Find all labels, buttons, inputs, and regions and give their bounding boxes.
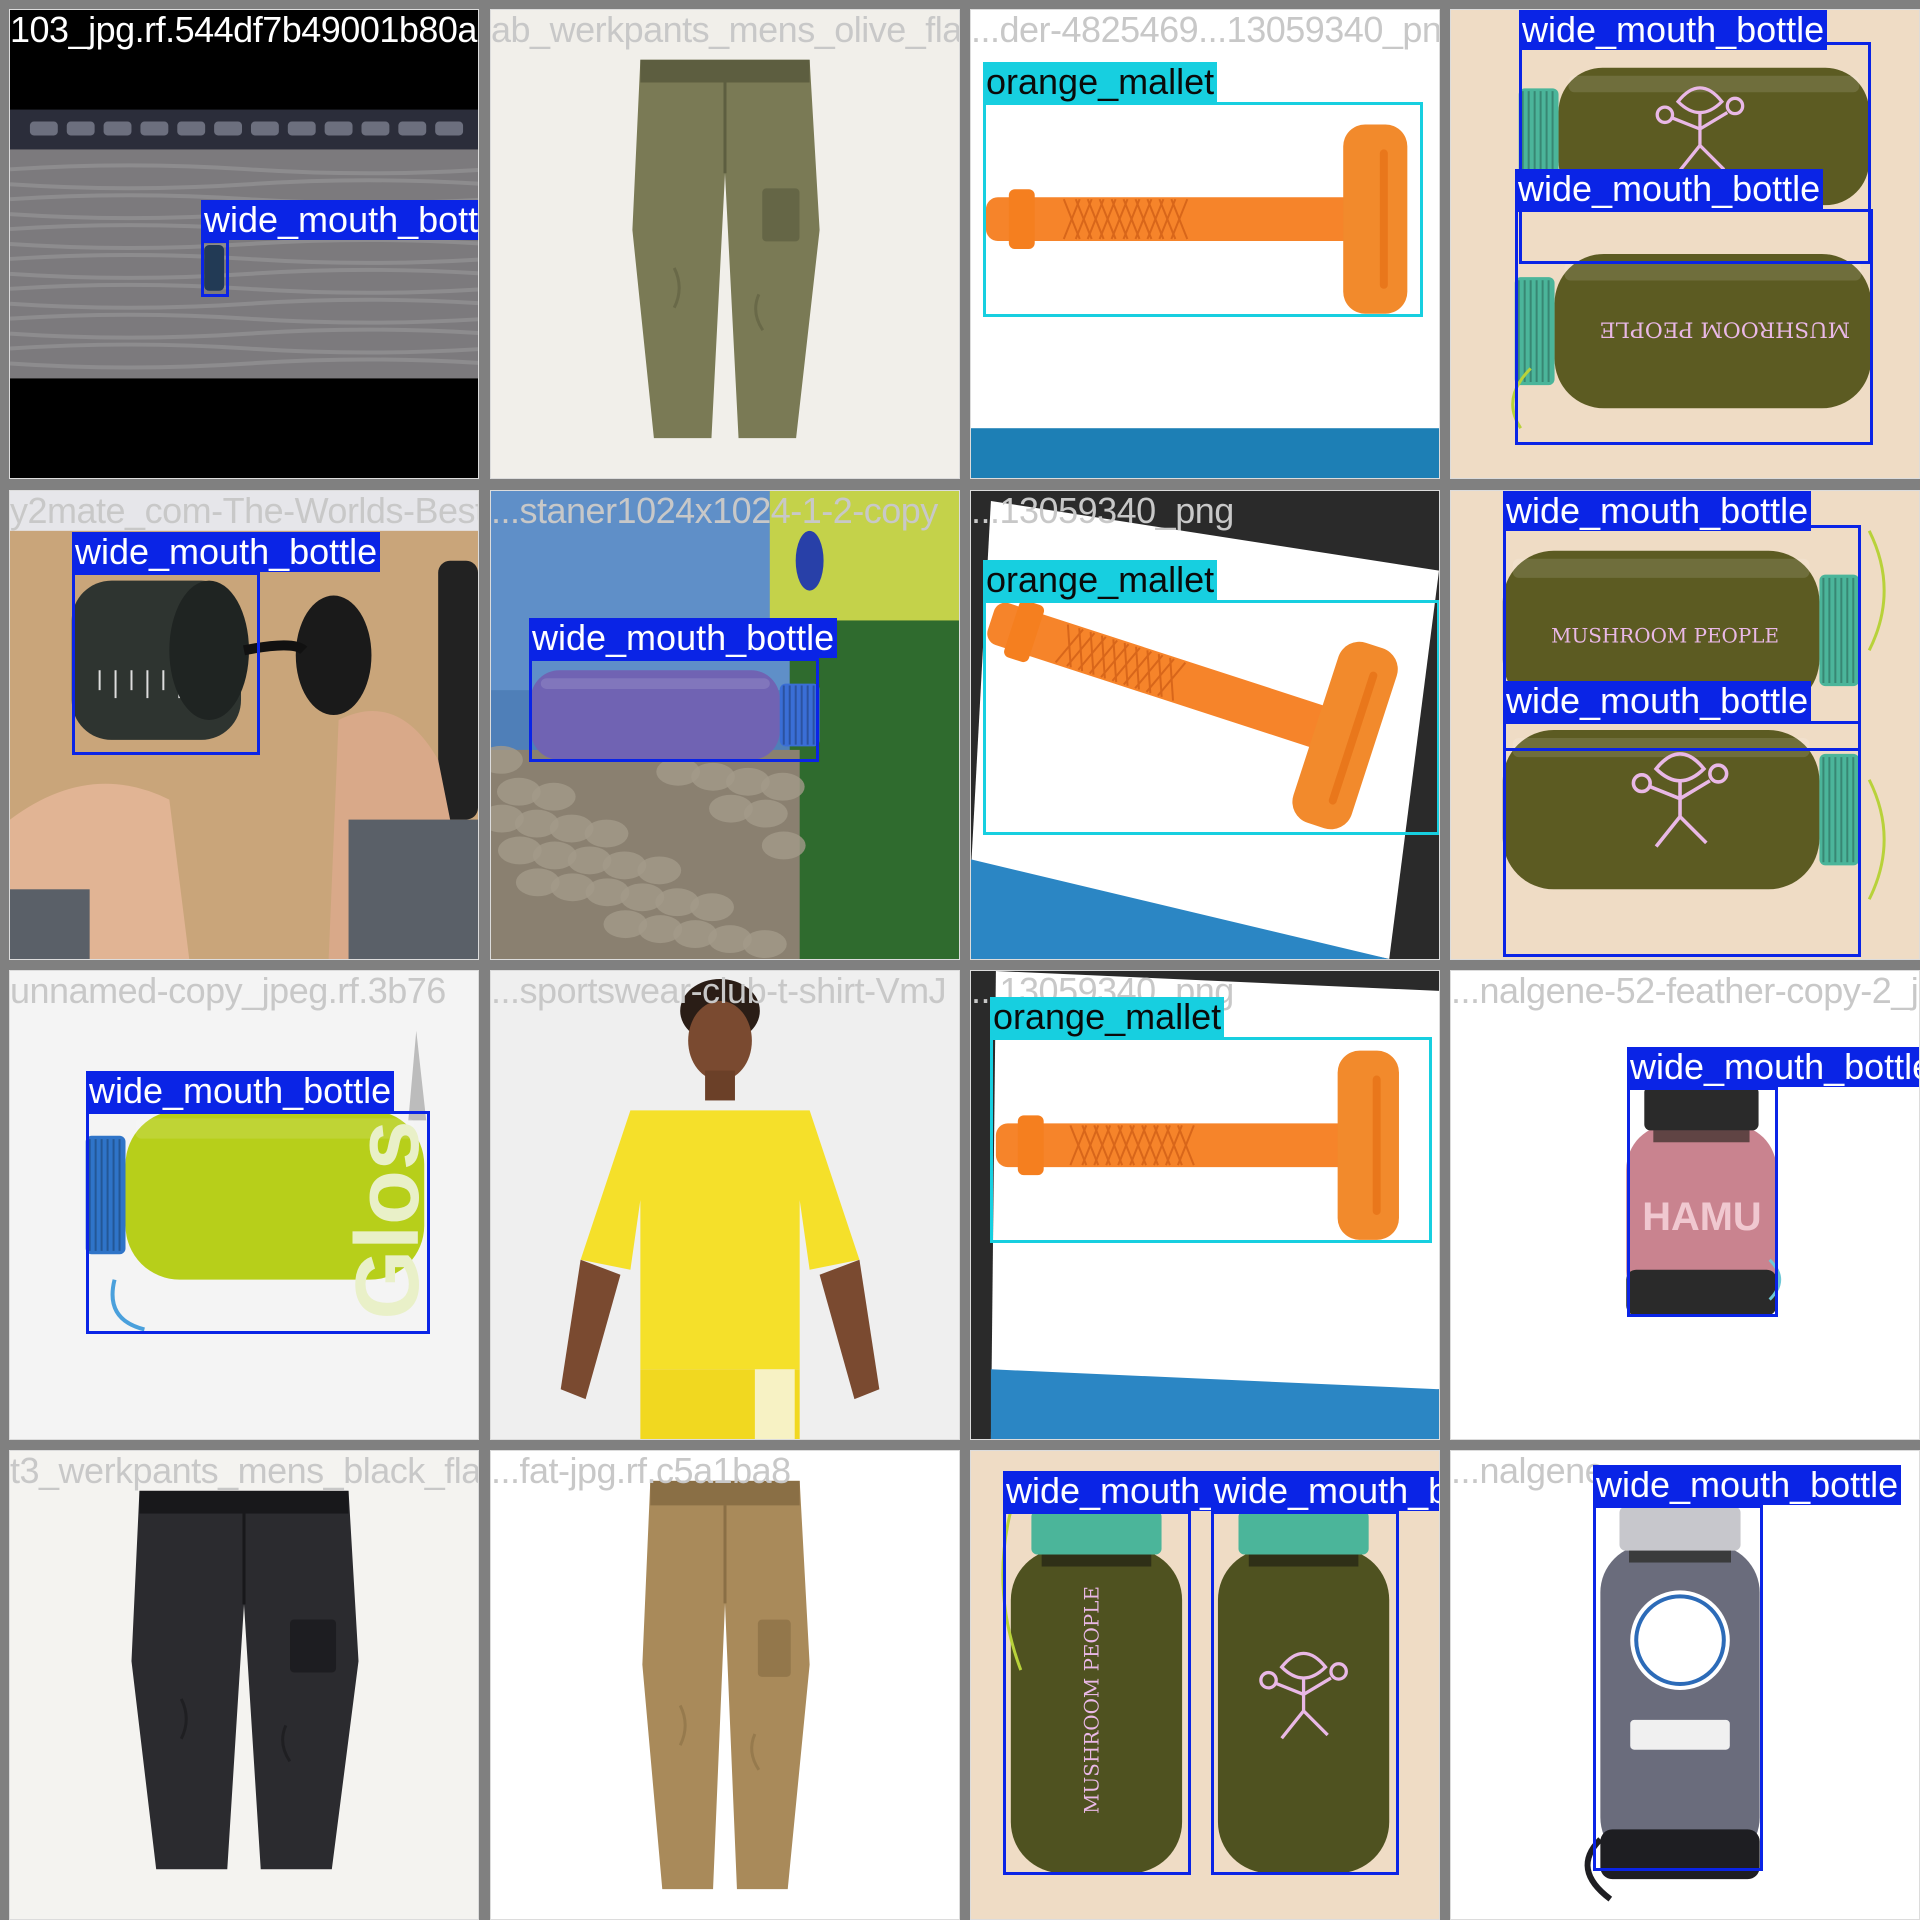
mosaic-tile-13: t3_werkpants_mens_black_flat-lay bbox=[9, 1450, 479, 1920]
bounding-box-wide-mouth-bottle bbox=[1515, 209, 1873, 445]
box-label: wide_mouth_bottle bbox=[201, 200, 478, 240]
mosaic-tile-11: ...13059340_png orange_mallet bbox=[970, 970, 1440, 1440]
bounding-box-wide-mouth-bottle bbox=[1211, 1511, 1399, 1875]
box-label: wide_mouth_bottle bbox=[1515, 169, 1824, 209]
bounding-box-orange-mallet bbox=[983, 102, 1423, 317]
box-label: wide_mouth_bottle bbox=[1519, 10, 1828, 50]
mosaic-tile-16: ...nalgene wide_mouth_bottle bbox=[1450, 1450, 1920, 1920]
box-label: wide_mouth_bottle bbox=[1211, 1471, 1439, 1511]
bounding-box-wide-mouth-bottle bbox=[1503, 721, 1861, 957]
box-label: wide_mouth_bottle bbox=[1503, 681, 1812, 721]
mosaic-tile-15: MUSHROOM PEOPLE wide_mouth_mouth wide_mou… bbox=[970, 1450, 1440, 1920]
mosaic-tile-1: 103_jpg.rf.544df7b49001b80ab5498030cb239… bbox=[9, 9, 479, 479]
box-label: orange_mallet bbox=[990, 997, 1225, 1037]
mosaic-tile-9: Glos unnamed-copy_jpeg.rf.3b76 wide_mouth… bbox=[9, 970, 479, 1440]
box-label: wide_mouth_bottle bbox=[1503, 491, 1812, 531]
box-label: orange_mallet bbox=[983, 62, 1218, 102]
bounding-box-orange-mallet bbox=[990, 1037, 1432, 1243]
mosaic-tile-12: HAMU ...nalgene-52-feather-copy-2_jp wide… bbox=[1450, 970, 1920, 1440]
box-label: wide_mouth_bottle bbox=[529, 618, 838, 658]
mosaic-tile-2: ab_werkpants_mens_olive_flat_lay bbox=[490, 9, 960, 479]
mosaic-tile-8: MUSHROOM PEOPLE wide_mouth_bottle wide_mo… bbox=[1450, 490, 1920, 960]
box-label: wide_mouth_bottle bbox=[72, 532, 381, 572]
mosaic-tile-4: MUSHROOM PEOPLE wide_mouth_bottle wide_mo… bbox=[1450, 9, 1920, 479]
mosaic-grid: 103_jpg.rf.544df7b49001b80ab5498030cb239… bbox=[0, 0, 1920, 1920]
bounding-box-wide-mouth-bottle bbox=[1003, 1511, 1191, 1875]
bounding-box-orange-mallet bbox=[983, 600, 1439, 835]
mosaic-tile-6: ...staner1024x1024-1-2-copy wide_mouth_bo… bbox=[490, 490, 960, 960]
mosaic-tile-3: ...der-4825469...13059340_png orange_mall… bbox=[970, 9, 1440, 479]
mosaic-tile-7: ...13059340_png orange_mallet bbox=[970, 490, 1440, 960]
bounding-box-wide-mouth-bottle bbox=[1593, 1505, 1763, 1871]
mosaic-tile-10: ...sportswear-club-t-shirt-VmJ bbox=[490, 970, 960, 1440]
box-label: wide_mouth_bottle bbox=[86, 1071, 395, 1111]
bounding-box-wide-mouth-bottle bbox=[72, 572, 260, 755]
bounding-box-wide-mouth-bottle bbox=[86, 1111, 430, 1334]
box-label: orange_mallet bbox=[983, 560, 1218, 600]
box-label: wide_mouth_bottle bbox=[1627, 1047, 1919, 1087]
bounding-box-wide-mouth-bottle bbox=[529, 658, 819, 762]
mosaic-tile-5: y2mate_com-The-Worlds-Best-Water-Bottlew… bbox=[9, 490, 479, 960]
box-label: wide_mouth_bottle bbox=[1593, 1465, 1902, 1505]
bounding-box-wide-mouth-bottle bbox=[1627, 1087, 1778, 1317]
mosaic-tile-14: ...fat-jpg.rf.c5a1ba8 bbox=[490, 1450, 960, 1920]
bounding-box-wide-mouth-bottle bbox=[201, 240, 229, 297]
